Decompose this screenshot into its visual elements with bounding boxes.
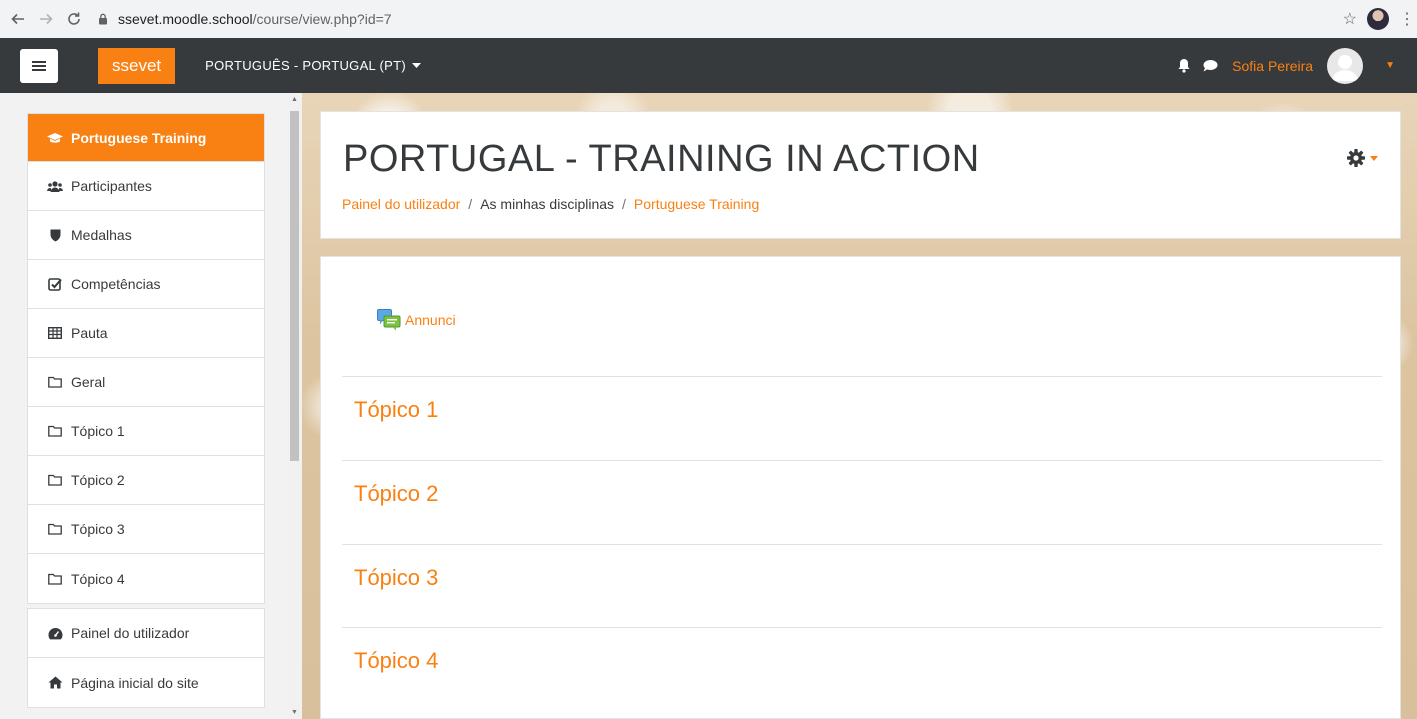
activity-forum[interactable]: Annunci — [377, 309, 456, 331]
nav-drawer: Portuguese Training Participantes Medalh… — [0, 93, 302, 719]
sidebar-item-topic-1[interactable]: Tópico 1 — [28, 407, 264, 456]
bookmark-star-icon[interactable]: ☆ — [1343, 9, 1357, 29]
sidebar-item-participants[interactable]: Participantes — [28, 162, 264, 211]
sidebar-item-label: Página inicial do site — [71, 674, 199, 691]
sidebar-item-general[interactable]: Geral — [28, 358, 264, 407]
folder-icon — [47, 423, 63, 439]
user-avatar[interactable] — [1327, 47, 1364, 84]
breadcrumb-my-courses: As minhas disciplinas — [480, 196, 615, 212]
caret-down-icon — [1370, 155, 1378, 161]
back-button[interactable] — [4, 5, 32, 33]
section-title[interactable]: Tópico 1 — [354, 397, 438, 423]
address-bar[interactable]: ssevet.moodle.school/course/view.php?id=… — [94, 5, 1324, 33]
url-host: ssevet.moodle.school — [118, 11, 253, 27]
arrow-left-icon — [11, 13, 24, 25]
caret-down-icon — [411, 62, 421, 68]
folder-icon — [47, 472, 63, 488]
section-title[interactable]: Tópico 2 — [354, 481, 438, 507]
course-section: Tópico 2 — [342, 460, 1382, 544]
sidebar-item-course[interactable]: Portuguese Training — [28, 114, 264, 162]
top-navbar: ssevet PORTUGUÊS - PORTUGAL (PT) Sofia P… — [0, 38, 1417, 93]
sidebar-item-label: Portuguese Training — [71, 129, 207, 146]
shield-icon — [47, 227, 63, 243]
sidebar-item-label: Tópico 4 — [71, 570, 125, 587]
drawer-toggle-button[interactable] — [20, 48, 58, 83]
folder-icon — [47, 521, 63, 537]
notifications-bell-icon[interactable] — [1176, 58, 1192, 74]
url-path: /course/view.php?id=7 — [252, 11, 392, 27]
messages-chat-icon[interactable] — [1202, 58, 1218, 74]
sidebar-item-label: Tópico 3 — [71, 521, 125, 537]
graduation-cap-icon — [47, 130, 63, 146]
sidebar-item-label: Painel do utilizador — [71, 625, 190, 641]
user-menu-caret-icon[interactable]: ▼ — [1385, 60, 1395, 71]
language-label: PORTUGUÊS - PORTUGAL (PT) — [205, 58, 406, 73]
user-name[interactable]: Sofia Pereira — [1232, 58, 1313, 74]
sidebar-item-label: Participantes — [71, 178, 152, 194]
sidebar-item-topic-3[interactable]: Tópico 3 — [28, 505, 264, 554]
lock-icon — [94, 13, 112, 25]
course-section: Tópico 4 — [342, 627, 1382, 711]
course-content: Annunci Tópico 1 Tópico 2 Tópico 3 Tópic… — [320, 256, 1401, 719]
reload-icon — [68, 12, 80, 25]
table-icon — [47, 325, 63, 341]
check-square-icon — [47, 276, 63, 292]
browser-toolbar: ssevet.moodle.school/course/view.php?id=… — [0, 0, 1417, 38]
scrollbar-thumb[interactable] — [290, 111, 299, 461]
reload-button[interactable] — [60, 5, 88, 33]
breadcrumb-dashboard[interactable]: Painel do utilizador — [342, 196, 460, 212]
sidebar-item-label: Tópico 2 — [71, 472, 125, 488]
sidebar-item-label: Geral — [71, 374, 106, 390]
section-title[interactable]: Tópico 3 — [354, 565, 438, 591]
hamburger-icon — [32, 60, 46, 71]
sidebar-item-label: Pauta — [71, 325, 108, 341]
drawer-scrollbar[interactable]: ▲ ▼ — [287, 93, 302, 719]
users-icon — [47, 178, 63, 194]
gear-icon — [1347, 149, 1365, 167]
sidebar-item-grades[interactable]: Pauta — [28, 309, 264, 358]
breadcrumb-separator: / — [622, 196, 626, 212]
section-title[interactable]: Tópico 4 — [354, 648, 438, 674]
sidebar-item-site-home[interactable]: Página inicial do site — [28, 658, 264, 707]
browser-profile-avatar[interactable] — [1367, 8, 1389, 30]
course-section: Tópico 3 — [342, 544, 1382, 628]
language-menu[interactable]: PORTUGUÊS - PORTUGAL (PT) — [205, 58, 421, 73]
scroll-up-icon[interactable]: ▲ — [291, 96, 298, 103]
sidebar-item-dashboard[interactable]: Painel do utilizador — [28, 609, 264, 658]
scroll-down-icon[interactable]: ▼ — [291, 709, 298, 716]
sidebar-item-competencies[interactable]: Competências — [28, 260, 264, 309]
page-header: PORTUGAL - TRAINING IN ACTION Painel do … — [320, 111, 1401, 239]
arrow-right-icon — [40, 13, 53, 25]
site-brand[interactable]: ssevet — [98, 47, 176, 84]
page-title: PORTUGAL - TRAINING IN ACTION — [343, 138, 980, 180]
course-settings-menu[interactable] — [1346, 148, 1378, 168]
sidebar-item-badges[interactable]: Medalhas — [28, 211, 264, 260]
folder-icon — [47, 571, 63, 587]
browser-menu-icon[interactable]: ⋮ — [1399, 9, 1415, 29]
home-icon — [47, 675, 63, 691]
forward-button[interactable] — [32, 5, 60, 33]
sidebar-item-label: Medalhas — [71, 227, 132, 243]
sidebar-item-topic-4[interactable]: Tópico 4 — [28, 554, 264, 603]
folder-icon — [47, 374, 63, 390]
breadcrumb-separator: / — [468, 196, 473, 212]
sidebar-item-label: Tópico 1 — [71, 423, 125, 439]
browser-nav — [4, 5, 88, 33]
sidebar-item-topic-2[interactable]: Tópico 2 — [28, 456, 264, 505]
breadcrumb: Painel do utilizador / As minhas discipl… — [342, 196, 759, 212]
sidebar-item-label: Competências — [71, 276, 161, 292]
course-section: Tópico 1 — [342, 376, 1382, 460]
course-nav-group: Portuguese Training Participantes Medalh… — [27, 113, 265, 604]
forum-icon — [377, 309, 401, 331]
breadcrumb-course[interactable]: Portuguese Training — [634, 196, 759, 212]
site-nav-group: Painel do utilizador Página inicial do s… — [27, 608, 265, 708]
activity-label: Annunci — [405, 312, 456, 328]
dashboard-icon — [47, 625, 63, 641]
